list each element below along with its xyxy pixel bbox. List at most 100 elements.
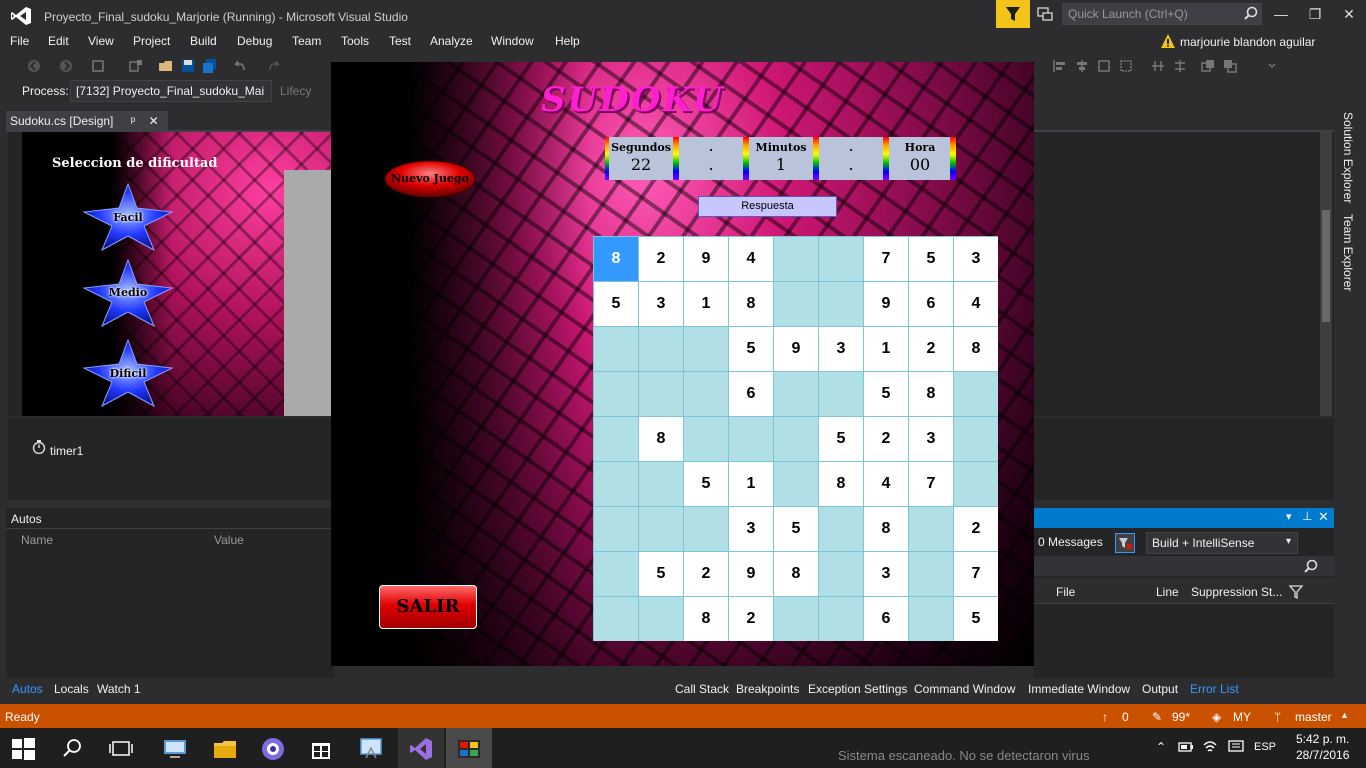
sudoku-cell-r8-c4[interactable]: 9: [729, 552, 773, 596]
redo-icon[interactable]: [266, 58, 282, 74]
notification-filter-button[interactable]: [996, 0, 1030, 28]
sudoku-cell-r5-c8[interactable]: 3: [909, 417, 953, 461]
tab-locals[interactable]: Locals: [54, 682, 89, 696]
sudoku-cell-r5-c1[interactable]: [594, 417, 638, 461]
new-project-icon[interactable]: [90, 58, 106, 74]
quick-launch-input[interactable]: Quick Launch (Ctrl+Q): [1062, 3, 1262, 25]
menu-edit[interactable]: Edit: [48, 34, 69, 48]
sudoku-cell-r4-c9[interactable]: [954, 372, 998, 416]
sudoku-cell-r3-c5[interactable]: 9: [774, 327, 818, 371]
sudoku-cell-r7-c6[interactable]: [819, 507, 863, 551]
sudoku-cell-r4-c6[interactable]: [819, 372, 863, 416]
timer-component[interactable]: timer1: [50, 444, 83, 458]
action-center-icon[interactable]: [1228, 740, 1244, 754]
sudoku-cell-r9-c7[interactable]: 6: [864, 597, 908, 641]
sudoku-cell-r9-c1[interactable]: [594, 597, 638, 641]
pending-changes-count[interactable]: 99*: [1172, 710, 1190, 724]
repository-name[interactable]: MY: [1233, 710, 1251, 724]
menu-test[interactable]: Test: [389, 34, 411, 48]
sudoku-cell-r2-c5[interactable]: [774, 282, 818, 326]
battery-icon[interactable]: [1178, 740, 1194, 754]
branch-name[interactable]: master: [1295, 710, 1332, 724]
sudoku-cell-r6-c6[interactable]: 8: [819, 462, 863, 506]
menu-file[interactable]: File: [10, 34, 29, 48]
build-filter-dropdown[interactable]: Build + IntelliSense ▾: [1146, 532, 1298, 554]
sudoku-cell-r8-c3[interactable]: 2: [684, 552, 728, 596]
respuesta-button[interactable]: Respuesta: [698, 196, 837, 217]
sudoku-cell-r5-c5[interactable]: [774, 417, 818, 461]
make-same-width-icon[interactable]: [1150, 58, 1166, 74]
tab-immediate-window[interactable]: Immediate Window: [1028, 682, 1130, 696]
sudoku-cell-r2-c8[interactable]: 6: [909, 282, 953, 326]
sudoku-cell-r6-c3[interactable]: 5: [684, 462, 728, 506]
tab-error-list[interactable]: Error List: [1190, 682, 1239, 696]
up-arrow-icon[interactable]: ↑: [1102, 710, 1108, 724]
process-dropdown[interactable]: [7132] Proyecto_Final_sudoku_Mai: [70, 80, 272, 102]
sudoku-cell-r7-c9[interactable]: 2: [954, 507, 998, 551]
menu-team[interactable]: Team: [292, 34, 321, 48]
sudoku-cell-r1-c8[interactable]: 5: [909, 237, 953, 281]
sudoku-cell-r7-c5[interactable]: 5: [774, 507, 818, 551]
sudoku-cell-r6-c5[interactable]: [774, 462, 818, 506]
sudoku-cell-r2-c4[interactable]: 8: [729, 282, 773, 326]
repo-icon[interactable]: ◈: [1212, 710, 1221, 724]
sudoku-cell-r2-c1[interactable]: 5: [594, 282, 638, 326]
sudoku-cell-r7-c8[interactable]: [909, 507, 953, 551]
tab-autos[interactable]: Autos: [12, 682, 43, 696]
user-account[interactable]: marjourie blandon aguilar: [1180, 35, 1315, 49]
sudoku-cell-r4-c4[interactable]: 6: [729, 372, 773, 416]
sudoku-cell-r8-c5[interactable]: 8: [774, 552, 818, 596]
menu-view[interactable]: View: [88, 34, 114, 48]
menu-debug[interactable]: Debug: [237, 34, 272, 48]
sudoku-cell-r7-c1[interactable]: [594, 507, 638, 551]
save-all-icon[interactable]: [202, 58, 218, 74]
sudoku-cell-r9-c2[interactable]: [639, 597, 683, 641]
sudoku-app-taskbar-icon[interactable]: [456, 736, 482, 762]
sudoku-cell-r5-c2[interactable]: 8: [639, 417, 683, 461]
undo-icon[interactable]: [232, 58, 248, 74]
sudoku-cell-r9-c8[interactable]: [909, 597, 953, 641]
error-search-row[interactable]: [1034, 556, 1334, 576]
menu-project[interactable]: Project: [133, 34, 170, 48]
sudoku-cell-r3-c6[interactable]: 3: [819, 327, 863, 371]
windows-start-icon[interactable]: [10, 736, 36, 762]
pencil-icon[interactable]: ✎: [1152, 710, 1162, 724]
tab-watch-1[interactable]: Watch 1: [97, 682, 141, 696]
sudoku-cell-r5-c7[interactable]: 2: [864, 417, 908, 461]
align-rights-icon[interactable]: [1096, 58, 1112, 74]
branch-caret-icon[interactable]: ▴: [1342, 710, 1347, 721]
sudoku-cell-r1-c5[interactable]: [774, 237, 818, 281]
make-same-height-icon[interactable]: [1172, 58, 1188, 74]
tab-sudoku-design[interactable]: Sudoku.cs [Design] ᵖ ✕: [6, 111, 168, 131]
close-button[interactable]: ✕: [1334, 4, 1364, 24]
clock-time[interactable]: 5:42 p. m.: [1296, 732, 1349, 746]
sudoku-cell-r9-c5[interactable]: [774, 597, 818, 641]
sudoku-cell-r8-c8[interactable]: [909, 552, 953, 596]
search-icon[interactable]: [60, 736, 86, 762]
panel-dropdown-icon[interactable]: ▾: [1286, 510, 1292, 523]
sudoku-cell-r1-c6[interactable]: [819, 237, 863, 281]
sudoku-cell-r5-c3[interactable]: [684, 417, 728, 461]
autos-column-name[interactable]: Name: [21, 533, 53, 547]
input-language[interactable]: ESP: [1254, 741, 1276, 753]
search-icon[interactable]: [1304, 559, 1318, 573]
sudoku-cell-r4-c8[interactable]: 8: [909, 372, 953, 416]
column-file[interactable]: File: [1056, 585, 1075, 599]
panel-pin-icon[interactable]: ⊥: [1302, 509, 1312, 523]
open-file-icon[interactable]: [158, 58, 174, 74]
sudoku-cell-r7-c2[interactable]: [639, 507, 683, 551]
new-item-icon[interactable]: [128, 58, 144, 74]
sudoku-cell-r8-c9[interactable]: 7: [954, 552, 998, 596]
autos-column-value[interactable]: Value: [214, 533, 244, 547]
tab-exception-settings[interactable]: Exception Settings: [808, 682, 907, 696]
sudoku-cell-r8-c2[interactable]: 5: [639, 552, 683, 596]
save-icon[interactable]: [180, 58, 196, 74]
visual-studio-taskbar-icon[interactable]: [408, 736, 434, 762]
sudoku-cell-r2-c3[interactable]: 1: [684, 282, 728, 326]
sudoku-cell-r4-c5[interactable]: [774, 372, 818, 416]
tab-output[interactable]: Output: [1142, 682, 1178, 696]
sudoku-cell-r5-c4[interactable]: [729, 417, 773, 461]
sudoku-cell-r3-c1[interactable]: [594, 327, 638, 371]
back-icon[interactable]: [26, 58, 42, 74]
column-filter-icon[interactable]: [1288, 584, 1304, 600]
